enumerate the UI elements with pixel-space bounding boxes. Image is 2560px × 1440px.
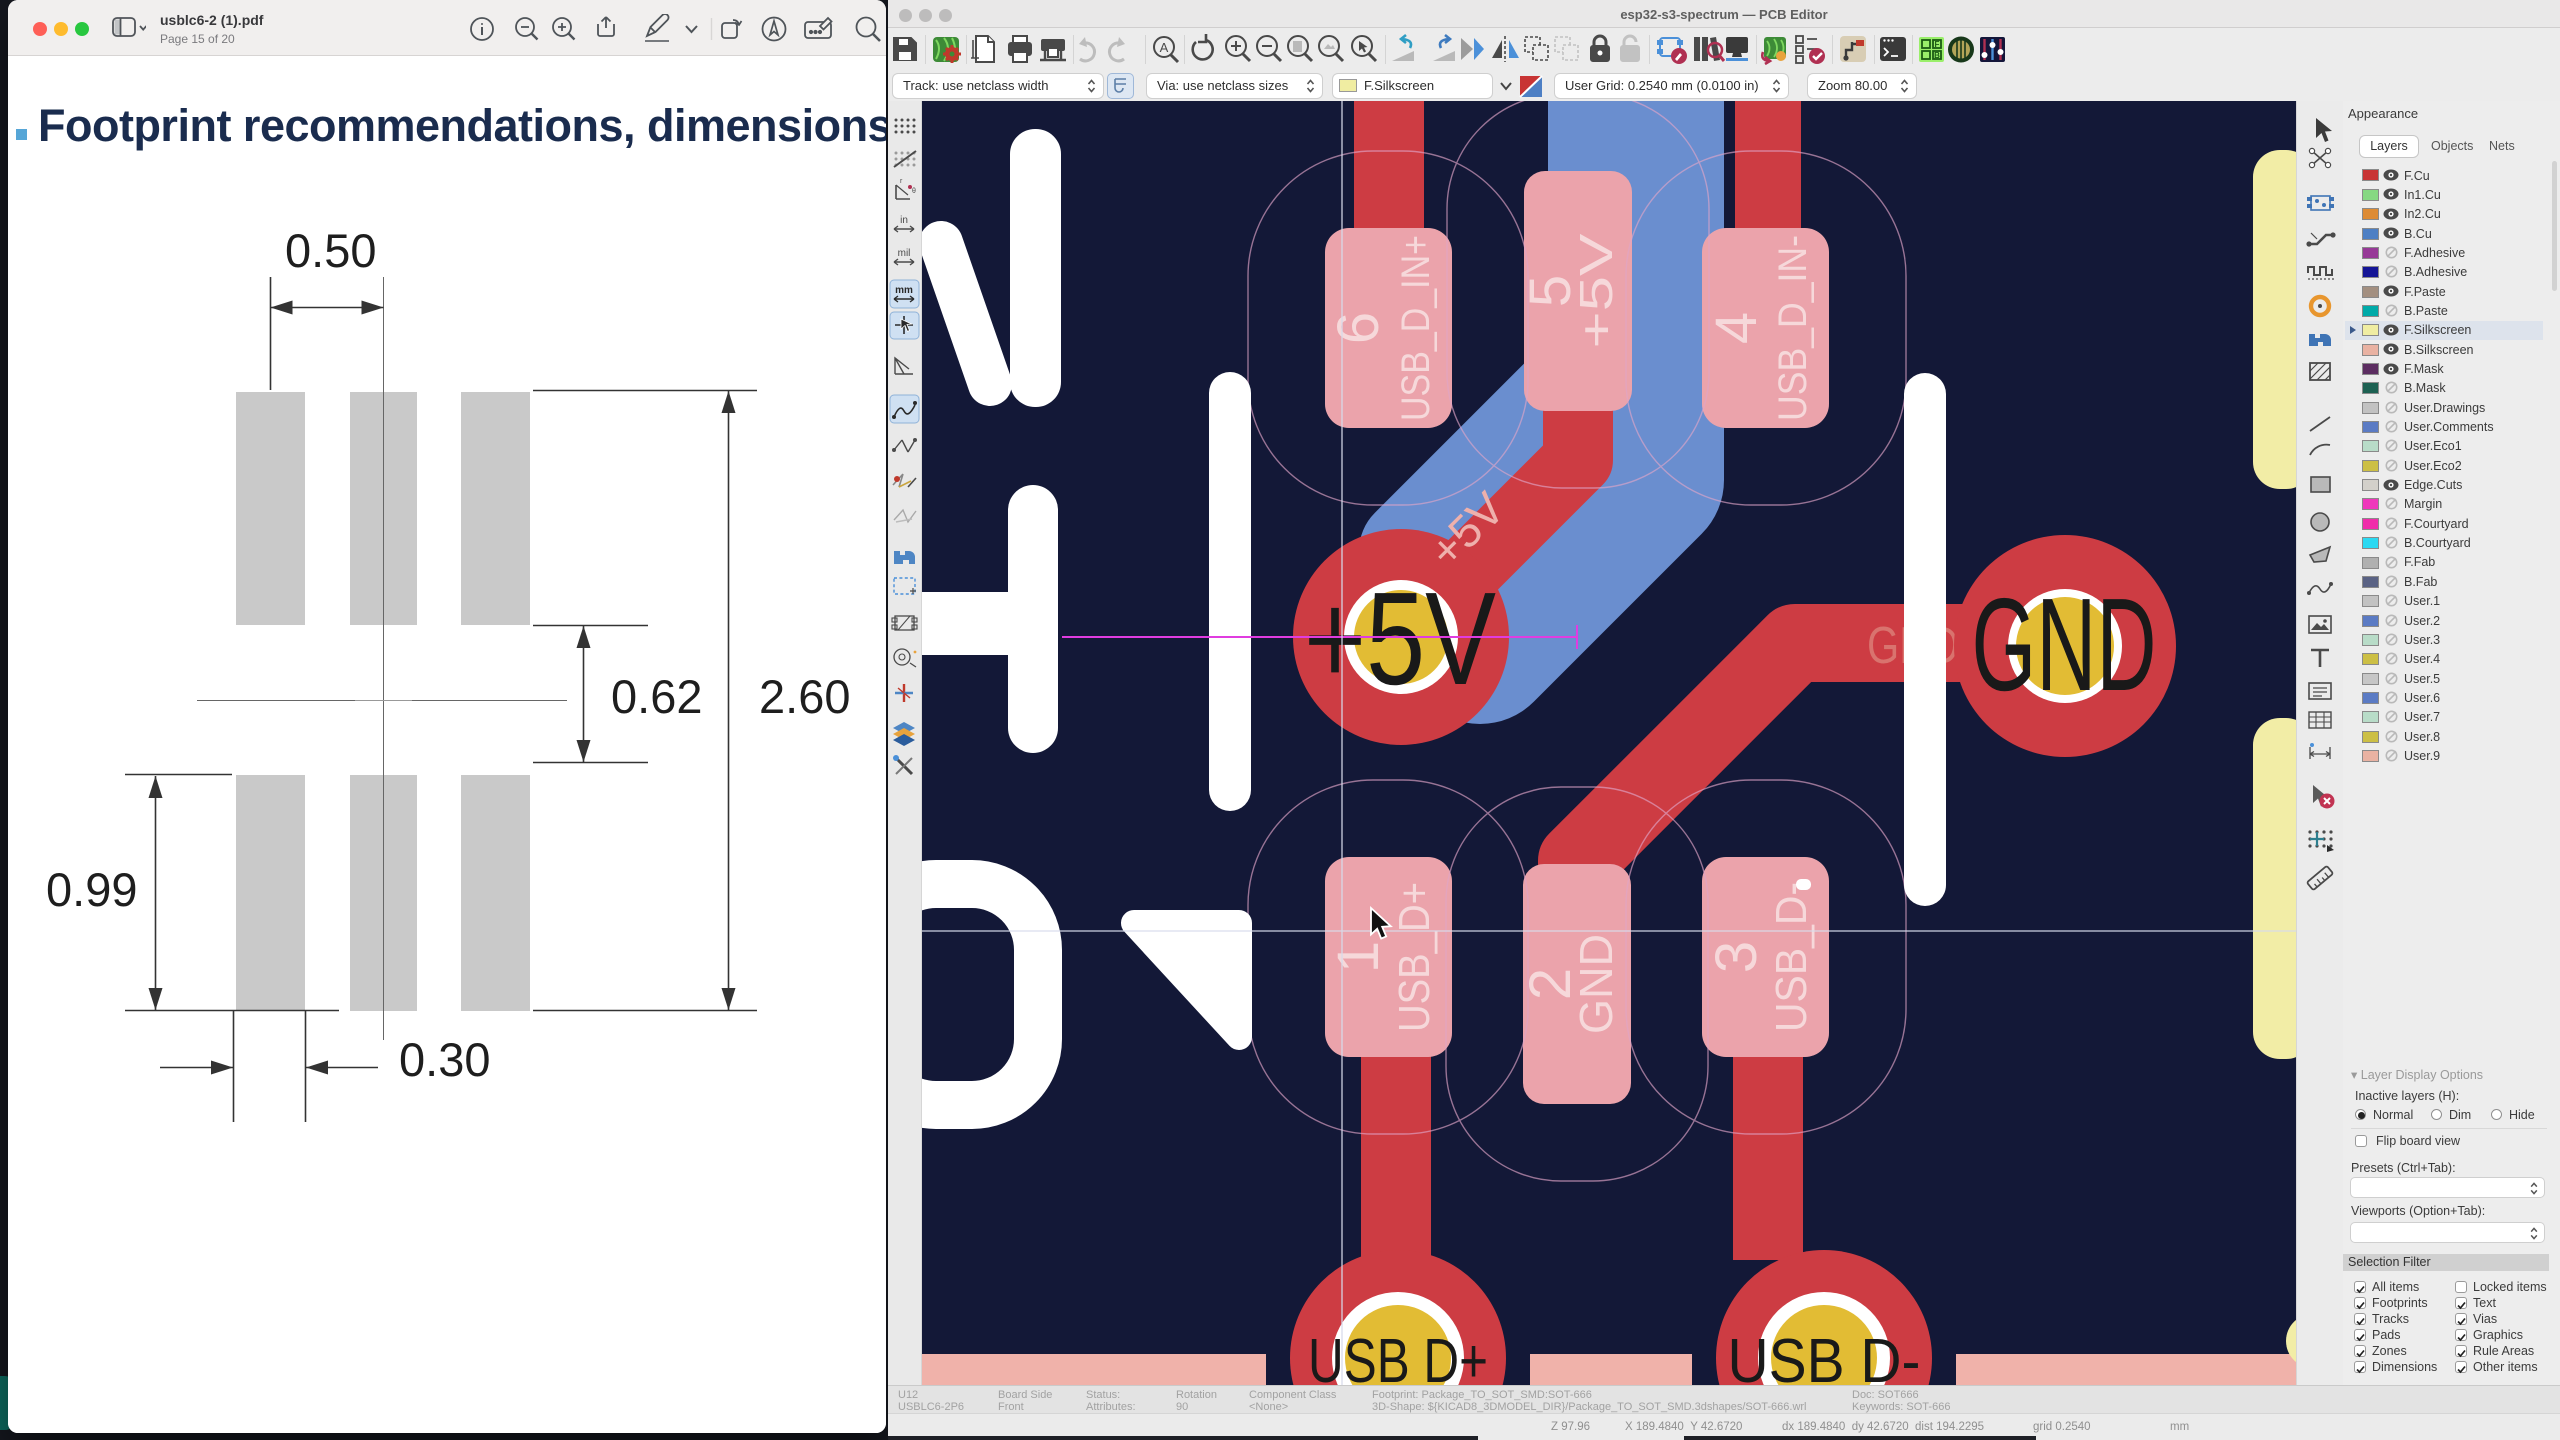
svg-text:USB_D_IN+: USB_D_IN+ [1394, 235, 1438, 421]
svg-text:USB D-: USB D- [1728, 1327, 1921, 1385]
svg-text:θ: θ [912, 188, 916, 195]
svg-text:F: F [1935, 40, 1940, 49]
svg-text:in: in [900, 215, 908, 226]
svg-text:+5V: +5V [1304, 565, 1496, 712]
svg-text:B: B [1934, 51, 1940, 60]
svg-text:GND: GND [1972, 571, 2157, 718]
svg-text:3: 3 [1704, 941, 1769, 973]
svg-text:mil: mil [898, 248, 911, 259]
svg-text:USB_D+: USB_D+ [1390, 882, 1439, 1032]
svg-text:USB_D_IN-: USB_D_IN- [1771, 235, 1815, 421]
svg-text:0.30: 0.30 [399, 1033, 490, 1086]
svg-text:0.62: 0.62 [611, 670, 702, 723]
svg-text:A: A [1160, 40, 1169, 55]
svg-text:+5V: +5V [1570, 233, 1622, 348]
svg-text:0.50: 0.50 [285, 224, 376, 277]
svg-text:mm: mm [895, 285, 913, 296]
svg-text:6: 6 [1326, 312, 1391, 344]
svg-text:GND: GND [1570, 934, 1622, 1034]
svg-text:4: 4 [1704, 312, 1769, 344]
svg-text:0.99: 0.99 [46, 863, 137, 916]
svg-text:USB D+: USB D+ [1308, 1327, 1488, 1385]
svg-text:1: 1 [1326, 941, 1391, 973]
svg-text:USB_D-: USB_D- [1767, 882, 1816, 1032]
svg-text:r: r [900, 178, 903, 185]
svg-text:2.60: 2.60 [759, 670, 850, 723]
